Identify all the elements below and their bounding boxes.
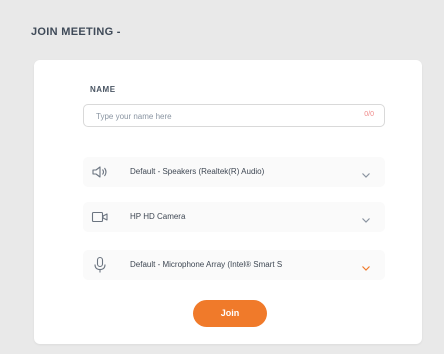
name-label: NAME [90,85,116,94]
name-input[interactable] [94,108,338,125]
join-meeting-screen: JOIN MEETING - NAME 0/0 Default - Speake… [0,0,444,354]
speaker-value: Default - Speakers (Realtek(R) Audio) [130,167,265,176]
speaker-icon [91,163,109,181]
camera-select[interactable]: HP HD Camera [83,202,385,232]
name-field[interactable]: 0/0 [83,104,385,127]
chevron-down-icon [361,167,371,178]
microphone-value: Default - Microphone Array (Intel® Smart… [130,260,283,269]
speaker-select[interactable]: Default - Speakers (Realtek(R) Audio) [83,157,385,187]
join-meeting-card: NAME 0/0 Default - Speakers (Realtek(R) … [34,60,422,344]
chevron-down-icon [361,212,371,223]
camera-icon [91,208,109,226]
page-title: JOIN MEETING - [31,26,121,38]
chevron-down-icon [361,260,371,271]
microphone-icon [91,256,109,274]
name-char-count: 0/0 [364,111,374,118]
camera-value: HP HD Camera [130,212,186,221]
join-button[interactable]: Join [193,300,267,327]
microphone-select[interactable]: Default - Microphone Array (Intel® Smart… [83,250,385,280]
